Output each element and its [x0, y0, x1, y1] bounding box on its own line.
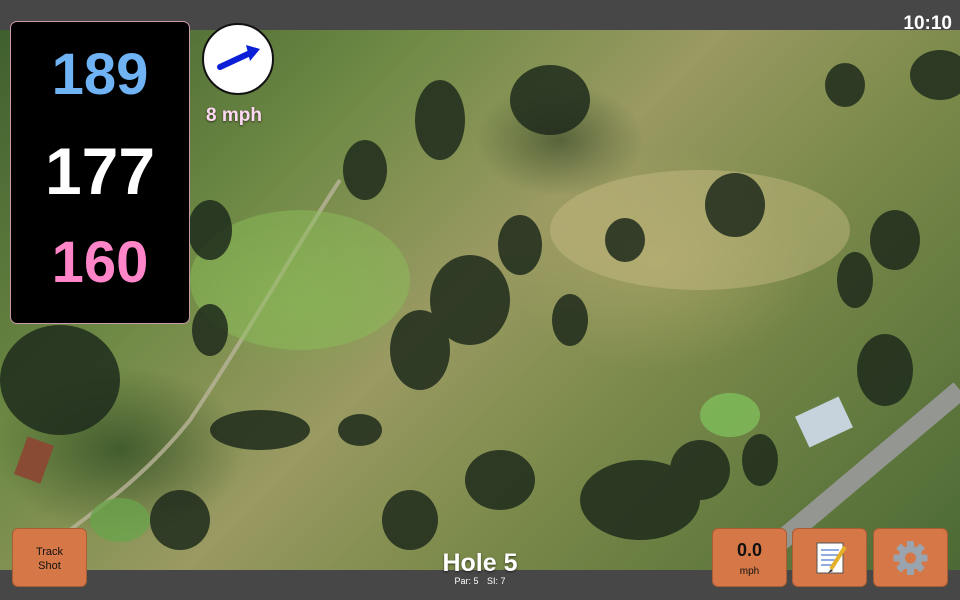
wind-direction-dial [202, 23, 274, 95]
gear-icon [893, 541, 928, 575]
distance-center: 177 [44, 134, 156, 208]
wind-speed-unit: mph [739, 566, 760, 577]
wind-arrow-icon [217, 45, 260, 70]
wind-speed-label: 8 mph [206, 105, 262, 126]
track-shot-label-line2: Shot [38, 560, 61, 572]
distance-panel: 189 177 160 [11, 22, 189, 323]
hole-info: Par: 5 SI: 7 [430, 577, 530, 586]
track-shot-button[interactable]: Track Shot [12, 528, 87, 587]
settings-button[interactable] [873, 528, 948, 587]
par-label: Par: 5 [454, 576, 479, 586]
wind-speed-value: 0.0 [736, 540, 763, 560]
track-shot-label-line1: Track [35, 546, 64, 558]
wind-speed-button[interactable]: 0.0 mph [712, 528, 787, 587]
stroke-index-label: SI: 7 [487, 576, 506, 586]
notepad-icon [816, 542, 847, 574]
distance-back: 189 [51, 42, 149, 107]
hole-title: Hole 5 [442, 549, 518, 577]
notes-button[interactable] [792, 528, 867, 587]
distance-front: 160 [51, 230, 149, 295]
